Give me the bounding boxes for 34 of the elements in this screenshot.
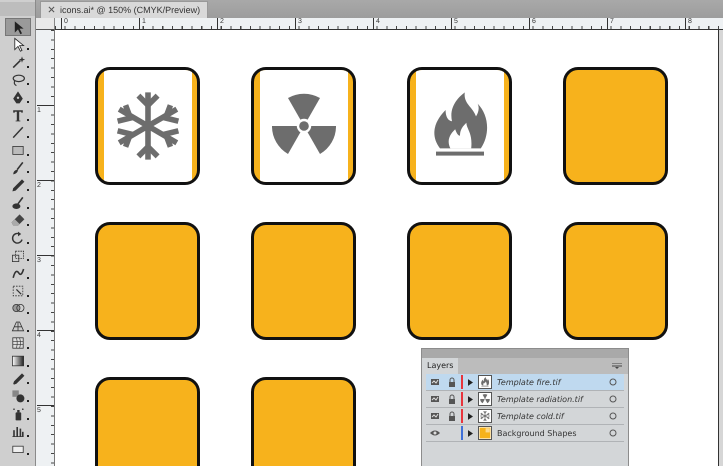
expand-arrow-icon[interactable] bbox=[468, 396, 472, 402]
close-icon[interactable] bbox=[48, 5, 55, 15]
layer-row[interactable]: Template radiation.tif bbox=[426, 391, 624, 408]
panel-menu-icon[interactable] bbox=[612, 363, 622, 369]
layer-row[interactable]: Background Shapes bbox=[426, 425, 624, 442]
expand-arrow-icon[interactable] bbox=[468, 430, 472, 436]
layer-name: Template fire.tif bbox=[496, 378, 561, 386]
template-icon[interactable] bbox=[430, 395, 440, 403]
target-circle-icon[interactable] bbox=[609, 378, 617, 386]
expand-arrow-icon[interactable] bbox=[468, 378, 472, 386]
layer-thumbnail bbox=[478, 392, 492, 406]
document-tab[interactable]: icons.ai* @ 150% (CMYK/Preview) bbox=[40, 1, 208, 18]
expand-arrow-icon[interactable] bbox=[468, 412, 472, 420]
target-circle-icon[interactable] bbox=[609, 412, 617, 420]
eye-icon[interactable] bbox=[430, 429, 440, 437]
target-circle-icon[interactable] bbox=[609, 395, 617, 403]
target-circle-icon[interactable] bbox=[609, 429, 617, 437]
layer-thumbnail bbox=[478, 409, 492, 423]
layer-thumbnail bbox=[478, 426, 492, 440]
layer-name: Template cold.tif bbox=[496, 412, 564, 420]
layer-row[interactable]: Template fire.tif bbox=[426, 374, 624, 391]
layer-name: Template radiation.tif bbox=[496, 394, 583, 404]
lock-icon[interactable] bbox=[448, 411, 456, 421]
template-icon[interactable] bbox=[430, 412, 440, 420]
selection-tool-icon[interactable] bbox=[4, 18, 30, 36]
layer-name: Background Shapes bbox=[496, 428, 576, 438]
layers-tab[interactable]: Layers bbox=[422, 358, 458, 374]
lock-icon[interactable] bbox=[448, 394, 456, 404]
lock-icon[interactable] bbox=[448, 377, 456, 387]
layer-row[interactable]: Template cold.tif bbox=[426, 408, 624, 425]
toolbar-grip-bar[interactable] bbox=[0, 2, 35, 16]
layer-thumbnail bbox=[478, 375, 492, 389]
document-title: icons.ai* @ 150% (CMYK/Preview) bbox=[60, 5, 200, 15]
template-icon[interactable] bbox=[430, 378, 440, 386]
